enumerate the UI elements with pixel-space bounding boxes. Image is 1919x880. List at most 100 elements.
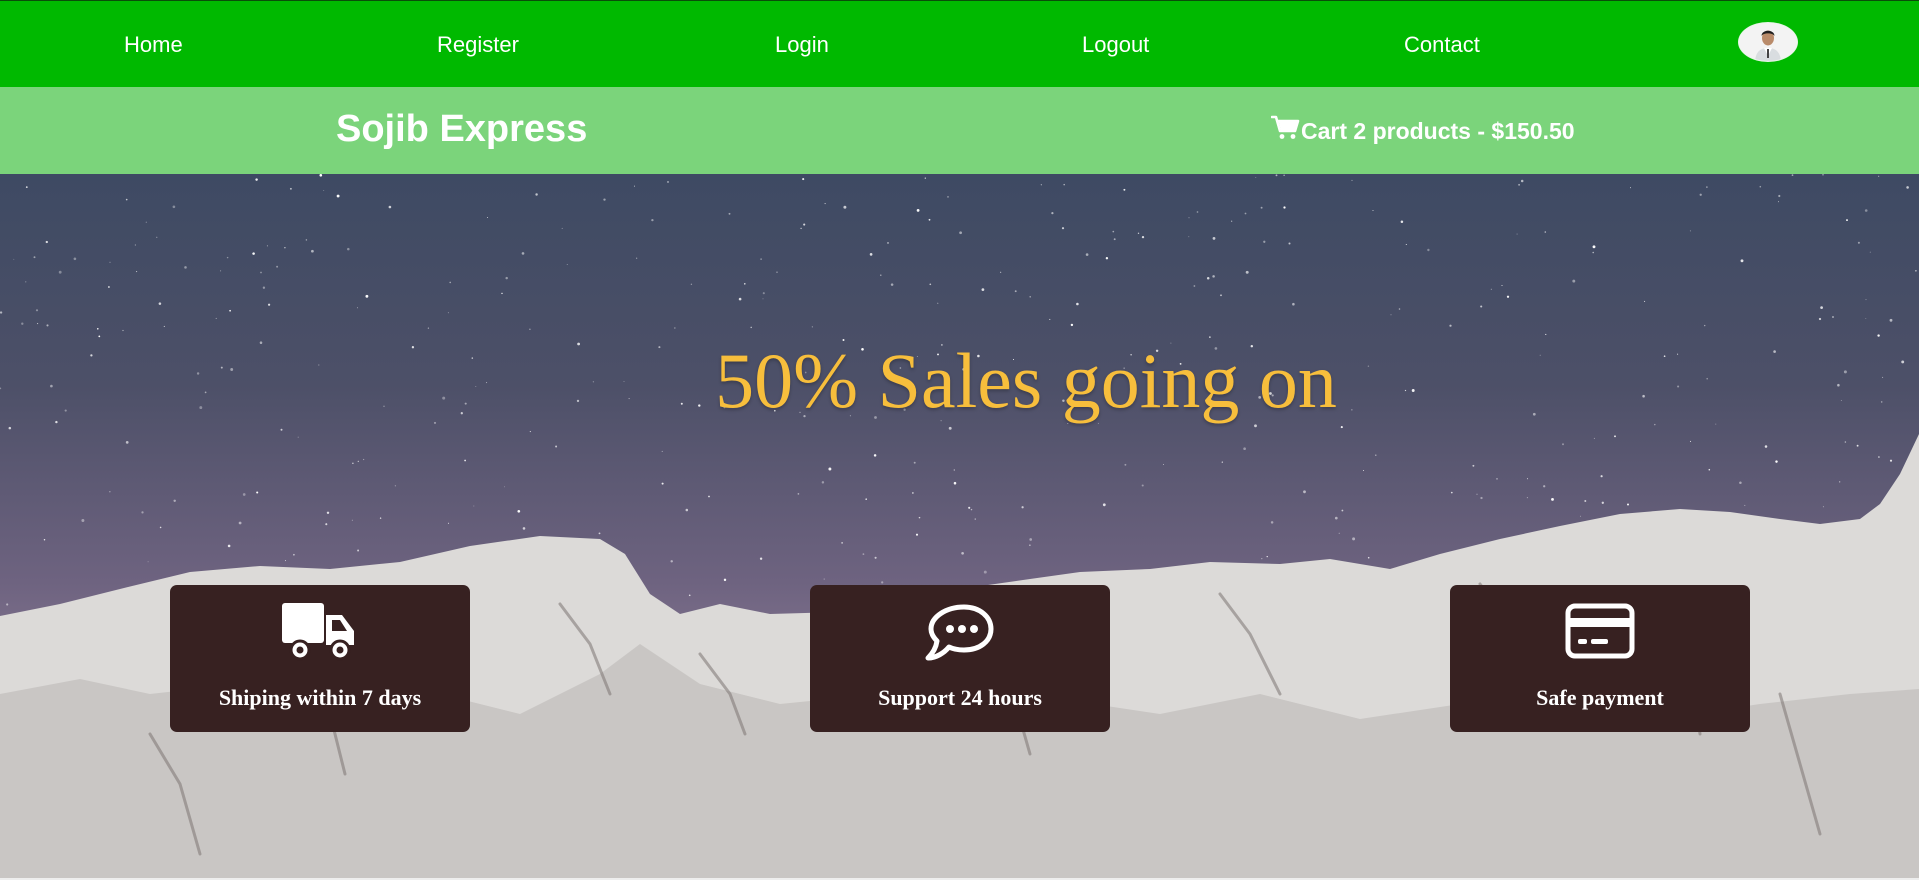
star bbox=[1865, 318, 1867, 320]
star bbox=[762, 292, 765, 295]
star bbox=[1739, 481, 1742, 484]
star bbox=[501, 292, 503, 295]
star bbox=[1113, 238, 1116, 241]
star bbox=[266, 245, 268, 247]
star bbox=[33, 256, 36, 259]
star bbox=[535, 193, 538, 196]
nav-register-link[interactable]: Register bbox=[437, 32, 519, 58]
star bbox=[566, 263, 568, 265]
star bbox=[1864, 209, 1868, 212]
star bbox=[1644, 300, 1646, 302]
star bbox=[159, 526, 162, 529]
star bbox=[841, 542, 843, 544]
star bbox=[1580, 515, 1581, 517]
star bbox=[323, 190, 325, 191]
feature-label-support: Support 24 hours bbox=[878, 685, 1042, 710]
star bbox=[267, 303, 271, 306]
star bbox=[1778, 201, 1779, 203]
star bbox=[1759, 185, 1762, 188]
star bbox=[953, 481, 957, 485]
star bbox=[1856, 444, 1859, 447]
star bbox=[670, 560, 673, 563]
star bbox=[929, 283, 932, 286]
star bbox=[1061, 227, 1065, 230]
star bbox=[983, 570, 987, 574]
star bbox=[336, 194, 340, 198]
user-avatar[interactable] bbox=[1738, 22, 1798, 62]
star bbox=[1341, 509, 1344, 512]
star bbox=[918, 516, 921, 519]
star bbox=[603, 198, 606, 201]
star bbox=[880, 274, 882, 276]
hero-background-image bbox=[0, 174, 1919, 878]
star bbox=[58, 270, 62, 274]
star bbox=[1000, 271, 1002, 273]
star bbox=[1137, 232, 1140, 234]
feature-card-payment: Safe payment bbox=[1450, 585, 1750, 732]
nav-logout-link[interactable]: Logout bbox=[1082, 32, 1149, 58]
star bbox=[1822, 506, 1824, 508]
star bbox=[1029, 538, 1033, 541]
brand-logo-text[interactable]: Sojib Express bbox=[336, 108, 587, 151]
star bbox=[1283, 206, 1286, 209]
star bbox=[1526, 478, 1529, 480]
nav-contact-link[interactable]: Contact bbox=[1404, 32, 1480, 58]
star bbox=[45, 240, 48, 244]
star bbox=[1231, 220, 1233, 222]
star bbox=[325, 523, 328, 526]
cart-icon-svg bbox=[1270, 115, 1300, 139]
star bbox=[1051, 211, 1054, 215]
star bbox=[357, 549, 360, 552]
star bbox=[974, 518, 976, 520]
star bbox=[505, 276, 508, 280]
star bbox=[1480, 305, 1483, 308]
star bbox=[928, 218, 931, 221]
star bbox=[1889, 459, 1893, 462]
star bbox=[1778, 194, 1781, 198]
nav-login-link[interactable]: Login bbox=[775, 32, 829, 58]
star bbox=[688, 594, 691, 597]
star bbox=[1283, 174, 1285, 176]
cart-summary[interactable]: Cart 2 products - $150.50 bbox=[1270, 115, 1575, 147]
star bbox=[915, 533, 919, 536]
feature-card-shipping: Shiping within 7 days bbox=[170, 585, 470, 732]
star bbox=[125, 198, 128, 201]
star bbox=[823, 578, 825, 580]
star bbox=[598, 532, 601, 535]
star bbox=[220, 270, 222, 272]
star bbox=[1699, 193, 1702, 196]
star bbox=[73, 257, 77, 261]
star bbox=[1220, 294, 1222, 297]
star bbox=[6, 603, 9, 606]
star bbox=[1775, 460, 1778, 463]
star bbox=[1601, 501, 1604, 504]
star bbox=[388, 205, 392, 209]
star bbox=[1476, 493, 1478, 495]
star bbox=[1303, 490, 1306, 494]
star bbox=[529, 328, 531, 330]
star bbox=[262, 286, 266, 289]
star bbox=[811, 326, 813, 328]
star bbox=[1906, 186, 1909, 189]
nav-home-link[interactable]: Home bbox=[124, 32, 183, 58]
star bbox=[1338, 532, 1340, 534]
star bbox=[1029, 544, 1031, 546]
star bbox=[109, 261, 111, 263]
truck-icon-svg bbox=[282, 603, 354, 661]
star bbox=[427, 327, 430, 329]
star bbox=[163, 325, 165, 327]
star bbox=[869, 253, 873, 256]
star bbox=[260, 271, 262, 274]
star bbox=[862, 553, 865, 555]
star bbox=[347, 247, 350, 251]
star bbox=[1518, 183, 1521, 186]
star bbox=[173, 499, 176, 503]
star bbox=[1551, 497, 1554, 501]
star bbox=[1266, 555, 1268, 558]
star bbox=[1014, 290, 1017, 293]
star bbox=[1123, 188, 1126, 191]
star bbox=[1614, 435, 1616, 438]
star bbox=[1255, 176, 1257, 178]
star bbox=[156, 236, 158, 238]
cart-icon bbox=[1270, 115, 1301, 147]
